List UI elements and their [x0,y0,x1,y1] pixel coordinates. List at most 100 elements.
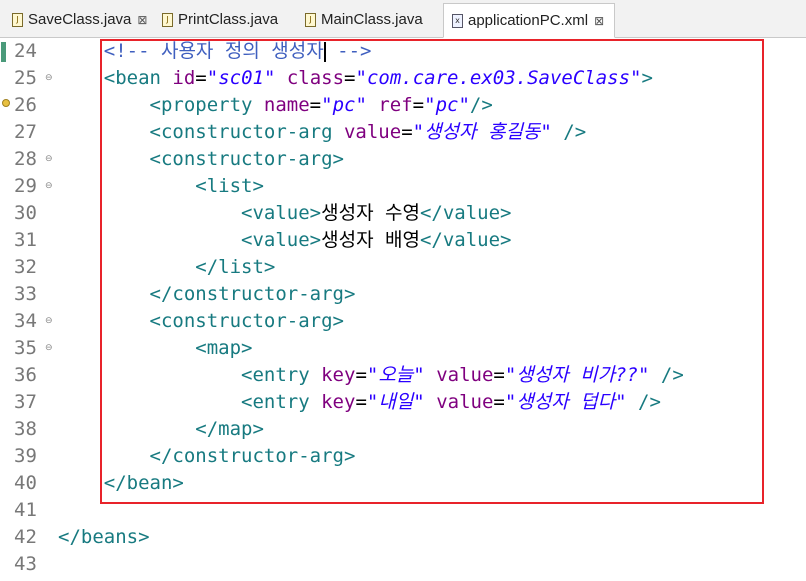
tab-saveclass-java[interactable]: J SaveClass.java ⊠ [4,3,150,36]
token-cmt: <!-- 사용자 정의 생성자 [103,40,324,62]
token-punct: = [493,364,505,386]
code-line[interactable]: 31 <value>생성자 배영</value> [0,227,806,254]
line-number: 36 [14,364,37,386]
code-line[interactable]: 27 <constructor-arg value="생성자 홍길동" /> [0,119,806,146]
tab-label: applicationPC.xml [468,12,589,29]
line-number: 38 [14,418,37,440]
token-val: "pc" [424,94,470,116]
code-line[interactable]: 28 ⊖ <constructor-arg> [0,146,806,173]
tab-mainclass-java[interactable]: J MainClass.java [297,3,439,36]
line-number: 26 [14,94,37,116]
token-tag: </constructor-arg> [149,283,356,305]
token-tag: <property [149,94,264,116]
code-text: </beans> [58,524,150,551]
xml-file-icon: x [452,13,463,28]
code-line[interactable]: 40 </bean> [0,470,806,497]
line-number: 33 [14,283,37,305]
line-number: 24 [14,40,37,62]
token-tag: <list> [195,175,264,197]
token-val: "생성자 비가??" [504,364,650,386]
line-number: 32 [14,256,37,278]
code-text: <bean id="sc01" class="com.care.ex03.Sav… [58,65,653,92]
java-file-icon: J [305,12,316,27]
tab-applicationpc-xml[interactable]: x applicationPC.xml ⊠ [443,3,615,38]
warning-icon[interactable] [2,99,10,107]
code-text: </bean> [58,470,184,497]
code-line[interactable]: 35 ⊖ <map> [0,335,806,362]
close-tab-icon[interactable]: ⊠ [137,13,147,27]
close-tab-icon[interactable]: ⊠ [594,14,604,28]
tab-label: PrintClass.java [178,11,279,28]
token-tag: <value> [241,202,322,224]
token-tag: /> [551,121,587,143]
code-line[interactable]: 32 </list> [0,254,806,281]
token-tag: </bean> [103,472,184,494]
code-line[interactable]: 36 <entry key="오늘" value="생성자 비가??" /> [0,362,806,389]
token-txt: 생성자 수영 [321,202,420,224]
line-number: 41 [14,499,37,521]
token-punct [425,391,436,413]
token-tag: <entry [241,364,322,386]
token-punct: = [195,67,207,89]
token-punct: = [309,94,322,116]
token-attr: value [436,364,494,386]
fold-toggle-icon[interactable]: ⊖ [45,308,53,335]
code-text: <map> [58,335,252,362]
token-punct [425,364,436,386]
token-tag: <entry [241,391,322,413]
line-number: 40 [14,472,37,494]
fold-toggle-icon[interactable]: ⊖ [45,173,53,200]
code-line[interactable]: 39 </constructor-arg> [0,443,806,470]
token-tag: <map> [195,337,253,359]
code-text: </constructor-arg> [58,281,356,308]
token-attr: value [343,121,402,143]
line-number: 42 [14,526,37,548]
code-line[interactable]: 41 [0,497,806,524]
line-number: 27 [14,121,37,143]
code-editor[interactable]: 24 <!-- 사용자 정의 생성자 --> 25 ⊖ <bean id="sc01… [0,38,806,581]
code-line[interactable]: 34 ⊖ <constructor-arg> [0,308,806,335]
code-text: </constructor-arg> [58,443,356,470]
token-attr: id [172,67,196,89]
token-attr: class [286,67,345,89]
fold-toggle-icon[interactable]: ⊖ [45,146,53,173]
token-punct: = [355,391,367,413]
token-attr: name [263,94,310,116]
code-line[interactable]: 24 <!-- 사용자 정의 생성자 --> [0,38,806,65]
code-line[interactable]: 42 </beans> [0,524,806,551]
code-line[interactable]: 33 </constructor-arg> [0,281,806,308]
code-line[interactable]: 30 <value>생성자 수영</value> [0,200,806,227]
fold-toggle-icon[interactable]: ⊖ [45,65,53,92]
token-tag: <bean [103,67,173,89]
code-line[interactable]: 26 <property name="pc" ref="pc"/> [0,92,806,119]
line-number: 30 [14,202,37,224]
line-number: 39 [14,445,37,467]
token-tag: /> [469,94,493,116]
token-attr: value [436,391,494,413]
code-text: <property name="pc" ref="pc"/> [58,92,493,119]
token-tag: </map> [195,418,264,440]
line-number: 37 [14,391,37,413]
editor-tab-bar: J SaveClass.java ⊠ J PrintClass.java J MainCla… [0,0,806,38]
code-line[interactable]: 37 <entry key="내일" value="생성자 덥다" /> [0,389,806,416]
code-line[interactable]: 38 </map> [0,416,806,443]
token-attr: key [321,364,356,386]
code-line[interactable]: 25 ⊖ <bean id="sc01" class="com.care.ex03… [0,65,806,92]
tab-label: SaveClass.java [28,11,132,28]
token-val: "생성자 덥다" [504,391,627,413]
code-text: </list> [58,254,275,281]
code-line[interactable]: 43 [0,551,806,578]
fold-toggle-icon[interactable]: ⊖ [45,335,53,362]
code-line[interactable]: 29 ⊖ <list> [0,173,806,200]
tab-printclass-java[interactable]: J PrintClass.java [154,3,294,36]
token-tag: <constructor-arg> [149,148,344,170]
token-tag: <constructor-arg [149,121,344,143]
code-text: <constructor-arg> [58,308,344,335]
